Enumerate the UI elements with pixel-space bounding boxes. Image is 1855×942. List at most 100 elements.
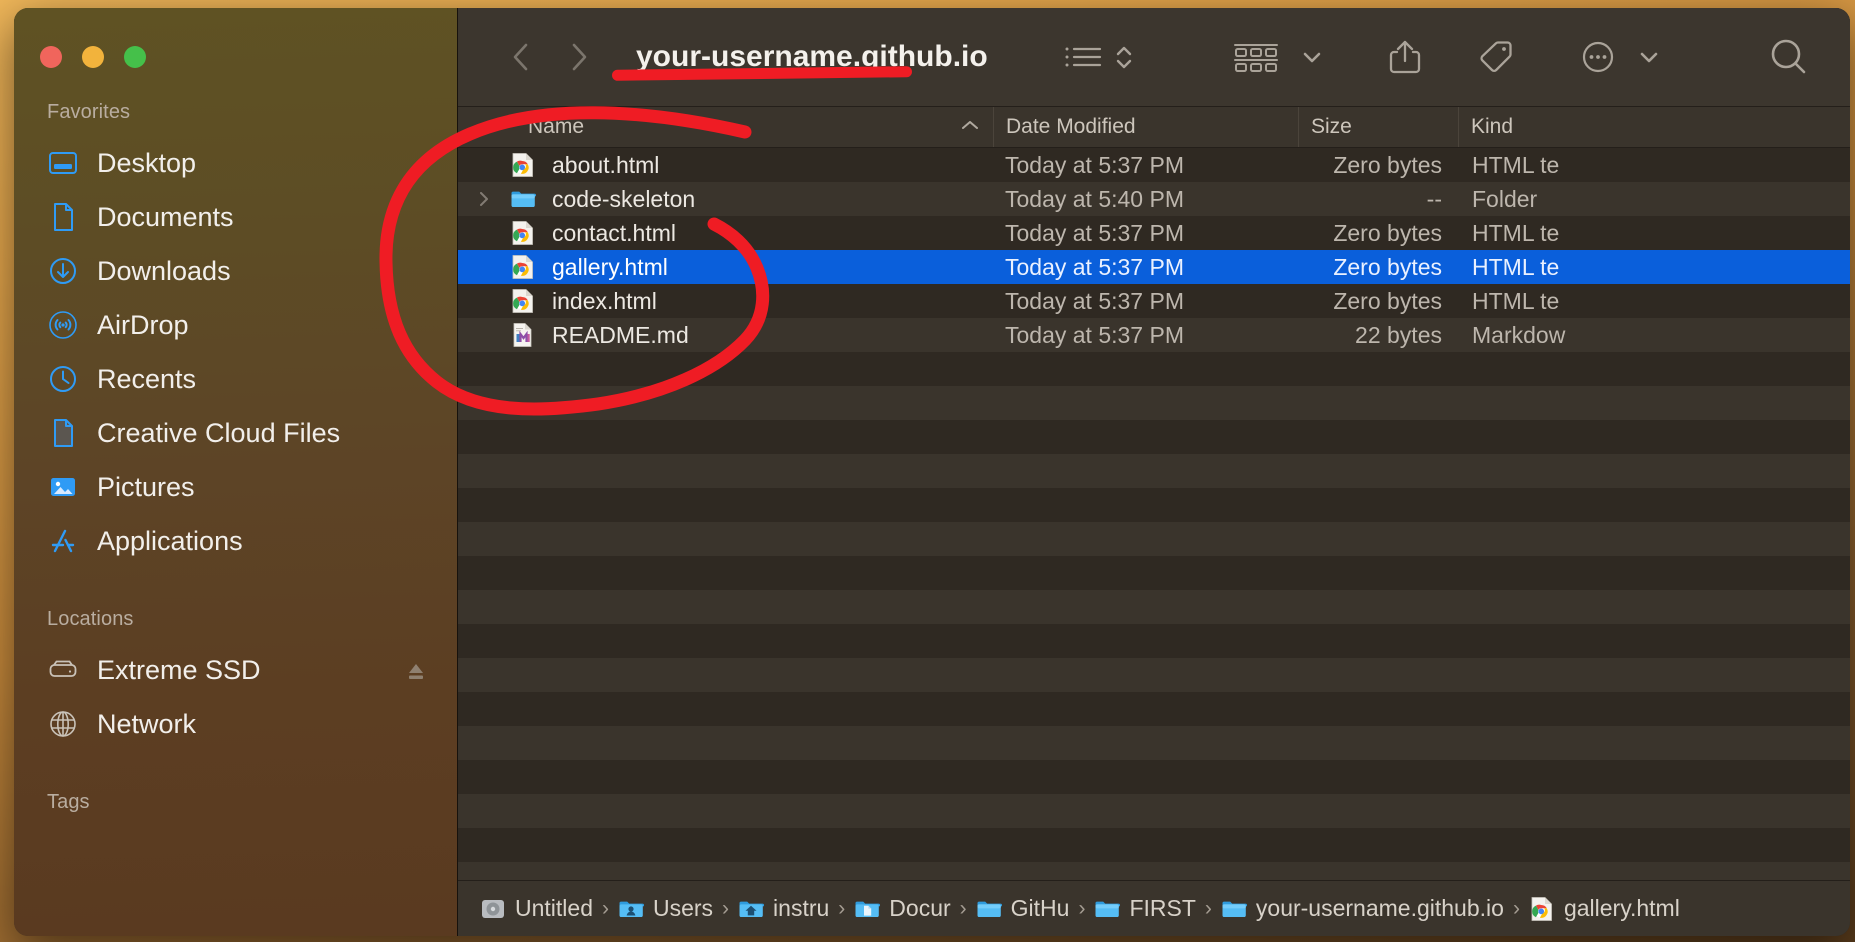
close-button[interactable] [40,46,62,68]
finder-content-pane: your-username.github.io Name Date Modifi… [458,8,1850,936]
sidebar-item-airdrop[interactable]: AirDrop [14,298,457,352]
file-name-cell[interactable]: README.md [458,318,993,352]
maximize-button[interactable] [124,46,146,68]
sidebar-item-extreme-ssd[interactable]: Extreme SSD [14,643,457,697]
empty-row[interactable] [458,522,1850,556]
file-name-cell[interactable]: about.html [458,148,993,182]
minimize-button[interactable] [82,46,104,68]
chrome-html-icon [510,152,536,178]
column-header-kind[interactable]: Kind [1458,107,1850,147]
sidebar-section-favorites: Favorites [47,101,131,123]
folder-icon [1094,896,1121,922]
empty-row[interactable] [458,420,1850,454]
empty-row[interactable] [458,624,1850,658]
tag-button[interactable] [1476,28,1516,86]
empty-row[interactable] [458,488,1850,522]
sidebar-item-applications[interactable]: Applications [14,514,457,568]
table-row[interactable]: contact.html Today at 5:37 PM Zero bytes HT… [458,216,1850,250]
file-date-cell: Today at 5:37 PM [1005,287,1184,314]
file-name-cell[interactable]: index.html [458,284,993,318]
list-view-button[interactable] [1062,28,1135,86]
sidebar-item-label: Network [97,708,197,739]
breadcrumb-item[interactable]: your-username.github.io [1221,895,1504,922]
sidebar-item-network[interactable]: Network [14,697,457,751]
file-name-cell[interactable]: contact.html [458,216,993,250]
breadcrumb-label: GitHu [1010,895,1070,921]
file-name-cell[interactable]: code-skeleton [458,182,993,216]
globe-icon [47,708,79,740]
chevron-down-icon[interactable] [1300,47,1324,67]
breadcrumb-item[interactable]: FIRST [1094,895,1196,922]
file-size-cell: 22 bytes [1355,321,1442,348]
file-date-cell: Today at 5:37 PM [1005,151,1184,178]
breadcrumb-item[interactable]: instru [738,895,829,922]
breadcrumb-label: FIRST [1129,895,1196,921]
empty-row[interactable] [458,692,1850,726]
sidebar-item-recents[interactable]: Recents [14,352,457,406]
column-header-label: Name [528,115,585,138]
empty-row[interactable] [458,726,1850,760]
table-row[interactable]: README.md Today at 5:37 PM 22 bytes Markdow [458,318,1850,352]
empty-row[interactable] [458,828,1850,862]
chrome-html-icon [510,288,536,314]
empty-row[interactable] [458,760,1850,794]
back-button[interactable] [492,28,550,86]
breadcrumb-separator: › [1078,896,1086,920]
column-header-date-modified[interactable]: Date Modified [993,107,1298,147]
empty-row[interactable] [458,590,1850,624]
more-options-button[interactable] [1578,28,1661,86]
file-date-cell: Today at 5:37 PM [1005,321,1184,348]
empty-row[interactable] [458,794,1850,828]
sidebar-section-locations: Locations [47,608,134,630]
forward-button[interactable] [550,28,608,86]
table-row[interactable]: gallery.html Today at 5:37 PM Zero bytes HT… [458,250,1850,284]
column-header-row: Name Date Modified Size Kind [458,106,1850,148]
breadcrumb-separator: › [1204,896,1212,920]
sidebar-item-documents[interactable]: Documents [14,190,457,244]
share-button[interactable] [1386,28,1424,86]
empty-row[interactable] [458,862,1850,880]
file-list[interactable]: about.html Today at 5:37 PM Zero bytes HTML… [458,148,1850,880]
eject-icon[interactable] [405,659,427,681]
file-name-label: gallery.html [552,253,668,280]
sort-chevrons-icon[interactable] [1113,40,1135,74]
breadcrumb-item[interactable]: Docur [854,895,951,922]
column-header-name[interactable]: Name [458,107,993,147]
empty-row[interactable] [458,556,1850,590]
chrome-html-icon [510,254,536,280]
finder-toolbar: your-username.github.io [458,8,1850,106]
column-header-size[interactable]: Size [1298,107,1458,147]
empty-row[interactable] [458,352,1850,386]
breadcrumb-item[interactable]: GitHu [976,895,1070,922]
sidebar-item-creative-cloud-files[interactable]: Creative Cloud Files [14,406,457,460]
sidebar-item-label: Desktop [97,147,197,178]
breadcrumb-label: Untitled [515,895,593,921]
sidebar-item-downloads[interactable]: Downloads [14,244,457,298]
sidebar-item-pictures[interactable]: Pictures [14,460,457,514]
empty-row[interactable] [458,386,1850,420]
sidebar-item-desktop[interactable]: Desktop [14,136,457,190]
empty-row[interactable] [458,658,1850,692]
finder-window: Favorites Desktop Documents Downloads Ai… [14,8,1850,936]
breadcrumb-item[interactable]: gallery.html [1529,895,1680,922]
table-row[interactable]: about.html Today at 5:37 PM Zero bytes HTML… [458,148,1850,182]
folder-icon [510,186,536,212]
path-breadcrumb-bar: Untitled › Users › instru › Docur › GitHu › F… [458,880,1850,936]
file-name-cell[interactable]: gallery.html [458,250,993,284]
desktop-icon [47,147,79,179]
document-gray-icon [47,417,79,449]
disclosure-chevron-icon[interactable] [472,190,496,208]
hard-drive-icon [480,896,506,922]
breadcrumb-item[interactable]: Untitled [480,895,593,922]
sort-ascending-icon [959,115,981,139]
file-size-cell: Zero bytes [1333,219,1442,246]
table-row[interactable]: index.html Today at 5:37 PM Zero bytes HTML… [458,284,1850,318]
empty-row[interactable] [458,454,1850,488]
external-drive-icon [47,654,79,686]
chevron-down-icon[interactable] [1637,47,1661,67]
breadcrumb-item[interactable]: Users [618,895,713,922]
group-by-button[interactable] [1231,28,1324,86]
table-row[interactable]: code-skeleton Today at 5:40 PM -- Folder [458,182,1850,216]
file-date-cell: Today at 5:40 PM [1005,185,1184,212]
search-button[interactable] [1766,28,1812,86]
